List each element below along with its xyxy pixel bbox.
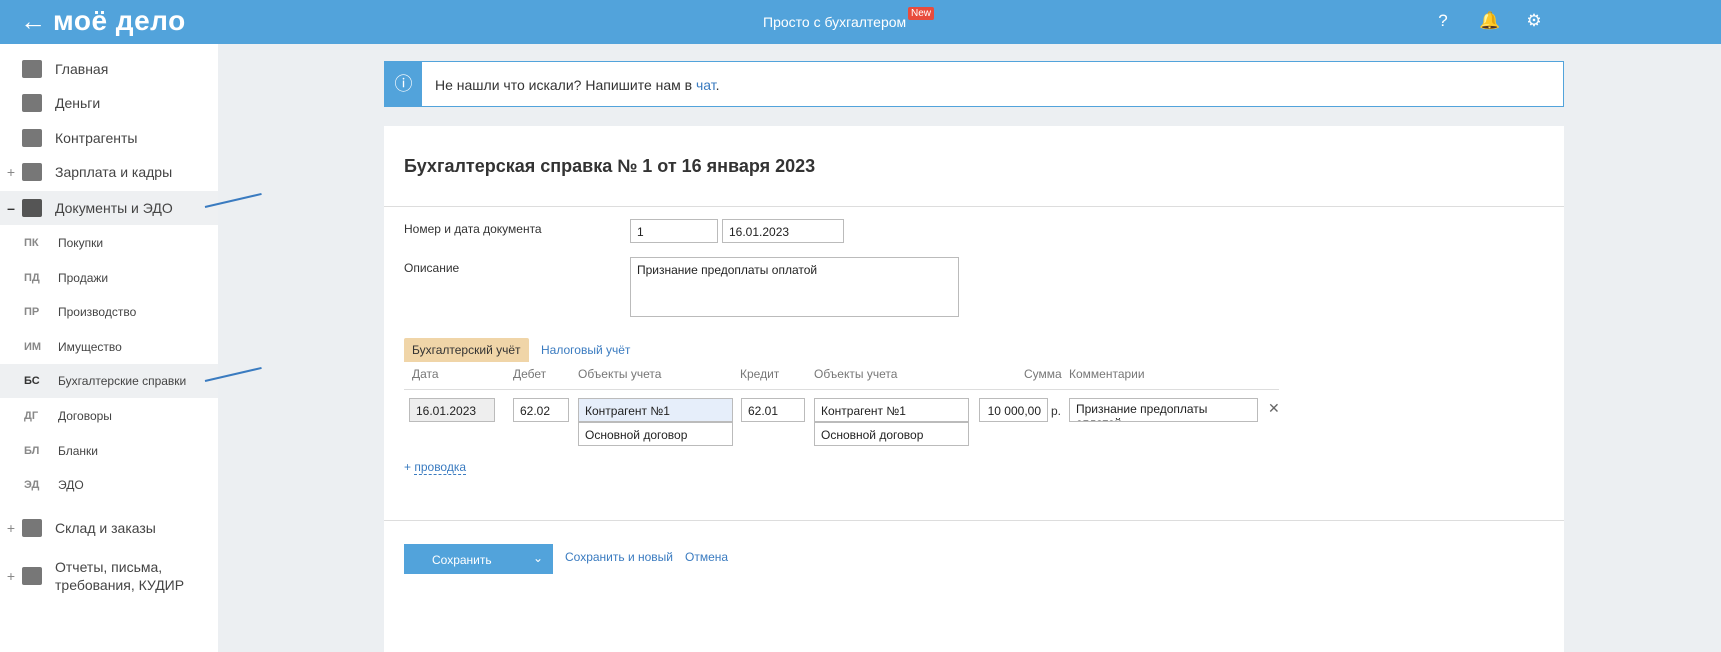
sidebar-sub-edo[interactable]: ЭД ЭДО xyxy=(0,468,218,502)
sidebar-item-contractors[interactable]: Контрагенты xyxy=(0,121,218,155)
debit-contract-input[interactable]: Основной договор xyxy=(578,422,733,446)
folder-icon xyxy=(22,199,42,217)
sidebar: Главная Деньги Контрагенты + Зарплата и к… xyxy=(0,44,218,652)
header: ← моё дело Просто с бухгалтером New ? 🔔 … xyxy=(0,0,1721,44)
tab-accounting[interactable]: Бухгалтерский учёт xyxy=(404,338,529,362)
row-date-input[interactable]: 16.01.2023 xyxy=(409,398,495,422)
tab-tax[interactable]: Налоговый учёт xyxy=(541,343,630,357)
wallet-icon xyxy=(22,163,42,181)
delete-row-icon[interactable]: ✕ xyxy=(1268,400,1280,417)
sidebar-item-documents[interactable]: – Документы и ЭДО xyxy=(0,191,218,225)
save-and-new-link[interactable]: Сохранить и новый xyxy=(565,550,673,564)
money-icon xyxy=(22,94,42,112)
sidebar-sub-forms[interactable]: БЛ Бланки xyxy=(0,434,218,468)
sum-input[interactable]: 10 000,00 xyxy=(979,398,1048,422)
credit-contractor-input[interactable]: Контрагент №1 xyxy=(814,398,969,422)
sidebar-sub-purchases[interactable]: ПК Покупки xyxy=(0,226,218,260)
document-form: Бухгалтерская справка № 1 от 16 января 2… xyxy=(384,126,1564,652)
debit-contractor-input[interactable]: Контрагент №1 xyxy=(578,398,733,422)
info-banner: ⓘ Не нашли что искали? Напишите нам в ча… xyxy=(384,61,1564,107)
person-icon xyxy=(22,129,42,147)
sidebar-sub-contracts[interactable]: ДГ Договоры xyxy=(0,399,218,433)
divider xyxy=(384,206,1564,207)
debit-input[interactable]: 62.02 xyxy=(513,398,569,422)
back-arrow-icon[interactable]: ← xyxy=(20,6,46,37)
credit-contract-input[interactable]: Основной договор xyxy=(814,422,969,446)
chat-link[interactable]: чат xyxy=(696,77,716,93)
new-badge: New xyxy=(908,7,935,20)
add-entry-link[interactable]: + проводка xyxy=(404,460,467,475)
save-button[interactable]: Сохранить ⌄ xyxy=(404,544,553,574)
description-textarea[interactable]: Признание предоплаты оплатой xyxy=(630,257,959,317)
logo[interactable]: моё дело xyxy=(53,5,186,37)
sidebar-item-salary[interactable]: + Зарплата и кадры xyxy=(0,155,218,189)
sidebar-item-reports[interactable]: + Отчеты, письма, требования, КУДИР xyxy=(0,554,218,598)
sidebar-sub-production[interactable]: ПР Производство xyxy=(0,295,218,329)
sidebar-sub-property[interactable]: ИМ Имущество xyxy=(0,330,218,364)
page-title: Бухгалтерская справка № 1 от 16 января 2… xyxy=(404,156,816,176)
cart-icon xyxy=(22,519,42,537)
home-icon xyxy=(22,60,42,78)
cancel-link[interactable]: Отмена xyxy=(685,550,728,564)
sidebar-item-warehouse[interactable]: + Склад и заказы xyxy=(0,511,218,545)
comment-textarea[interactable]: Признание предоплаты оплатой xyxy=(1069,398,1258,422)
credit-input[interactable]: 62.01 xyxy=(741,398,805,422)
report-icon xyxy=(22,567,42,585)
sidebar-item-money[interactable]: Деньги xyxy=(0,86,218,120)
sidebar-sub-sales[interactable]: ПД Продажи xyxy=(0,261,218,295)
help-icon[interactable]: ? xyxy=(1433,11,1453,31)
chevron-down-icon[interactable]: ⌄ xyxy=(533,551,543,565)
info-icon: ⓘ xyxy=(385,62,422,106)
doc-number-input[interactable]: 1 xyxy=(630,219,718,243)
header-title[interactable]: Просто с бухгалтером xyxy=(763,14,906,30)
sidebar-sub-accounting-notes[interactable]: БС Бухгалтерские справки xyxy=(0,364,218,398)
bell-icon[interactable]: 🔔 xyxy=(1479,11,1500,31)
sidebar-item-home[interactable]: Главная xyxy=(0,52,218,86)
gear-icon[interactable]: ⚙ xyxy=(1524,11,1544,31)
doc-date-input[interactable]: 16.01.2023 xyxy=(722,219,844,243)
